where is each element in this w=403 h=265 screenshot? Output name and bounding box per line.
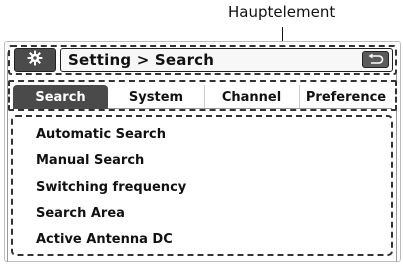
menu-item-manual-search[interactable]: Manual Search [36,153,144,168]
callout-label: Hauptelement [228,3,336,21]
back-button[interactable] [362,51,389,68]
tab-search[interactable]: Search [13,85,108,109]
menu-item-automatic-search[interactable]: Automatic Search [36,127,166,142]
menu-item-active-antenna-dc[interactable]: Active Antenna DC [36,232,173,247]
tab-system[interactable]: System [110,85,202,109]
gear-icon [27,50,43,70]
breadcrumb: Setting > Search [68,51,215,69]
tab-preference[interactable]: Preference [300,85,392,109]
menu-item-search-area[interactable]: Search Area [36,206,125,221]
settings-button[interactable] [14,48,56,72]
return-arrow-icon [367,50,384,69]
tab-underline [108,108,392,109]
menu-item-switching-frequency[interactable]: Switching frequency [36,180,186,195]
tab-channel[interactable]: Channel [205,85,298,109]
